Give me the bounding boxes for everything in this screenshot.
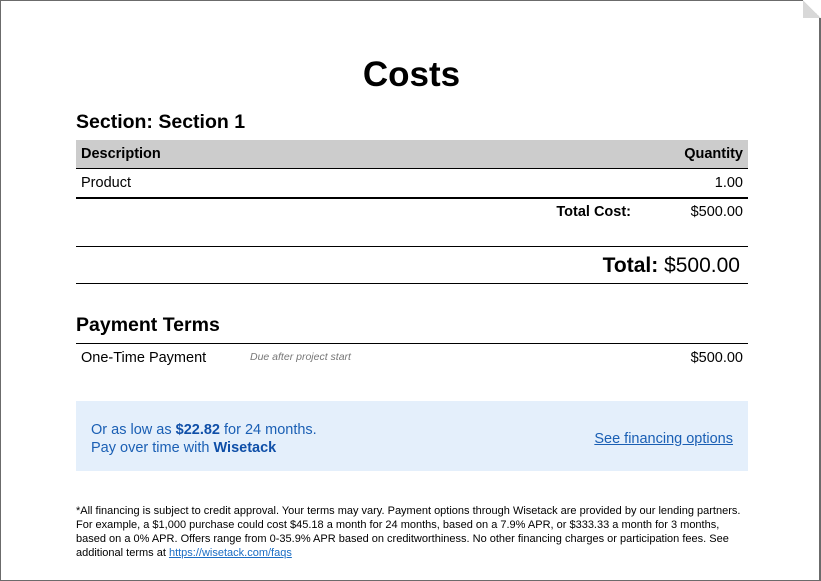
financing-monthly-amount: $22.82 [175,422,220,438]
divider [76,283,748,284]
total-cost-value: $500.00 [690,204,743,220]
costs-table-header: Description Quantity [76,140,748,169]
financing-provider-brand: Wisetack [213,440,277,456]
document-page: Costs Section: Section 1 Description Qua… [0,0,821,581]
payment-term-note: Due after project start [250,351,351,363]
payment-term-row: One-Time Payment Due after project start… [76,344,748,372]
financing-offer-line: Or as low as $22.82 for 24 months. [91,422,317,438]
grand-total-label: Total: [602,254,659,277]
financing-offer-suffix: for 24 months. [224,422,317,438]
costs-table: Description Quantity Product 1.00 [76,140,748,199]
document-title: Costs [362,55,461,94]
total-cost-row: Total Cost: $500.00 [76,201,748,225]
grand-total: Total: $500.00 [603,254,740,278]
total-cost-label: Total Cost: [556,204,631,220]
disclaimer-faq-link[interactable]: https://wisetack.com/faqs [169,547,292,559]
financing-offer-prefix: Or as low as [91,422,172,438]
section-heading: Section: Section 1 [76,111,246,133]
financing-provider-prefix: Pay over time with [91,440,210,456]
divider [76,246,748,247]
description-column-header: Description [76,140,457,169]
financing-disclaimer: *All financing is subject to credit appr… [76,504,748,560]
table-row: Product 1.00 [76,168,748,199]
payment-term-name: One-Time Payment [81,350,207,366]
grand-total-value: $500.00 [664,254,740,277]
item-description: Product [76,168,457,199]
financing-banner: Or as low as $22.82 for 24 months. Pay o… [76,401,748,471]
payment-terms-heading: Payment Terms [76,314,220,336]
quantity-column-header: Quantity [456,140,748,169]
payment-term-amount: $500.00 [690,350,743,366]
see-financing-options-link[interactable]: See financing options [594,431,733,447]
financing-provider-line: Pay over time with Wisetack [91,440,276,456]
page-fold-corner [803,0,821,18]
item-quantity: 1.00 [456,168,748,199]
